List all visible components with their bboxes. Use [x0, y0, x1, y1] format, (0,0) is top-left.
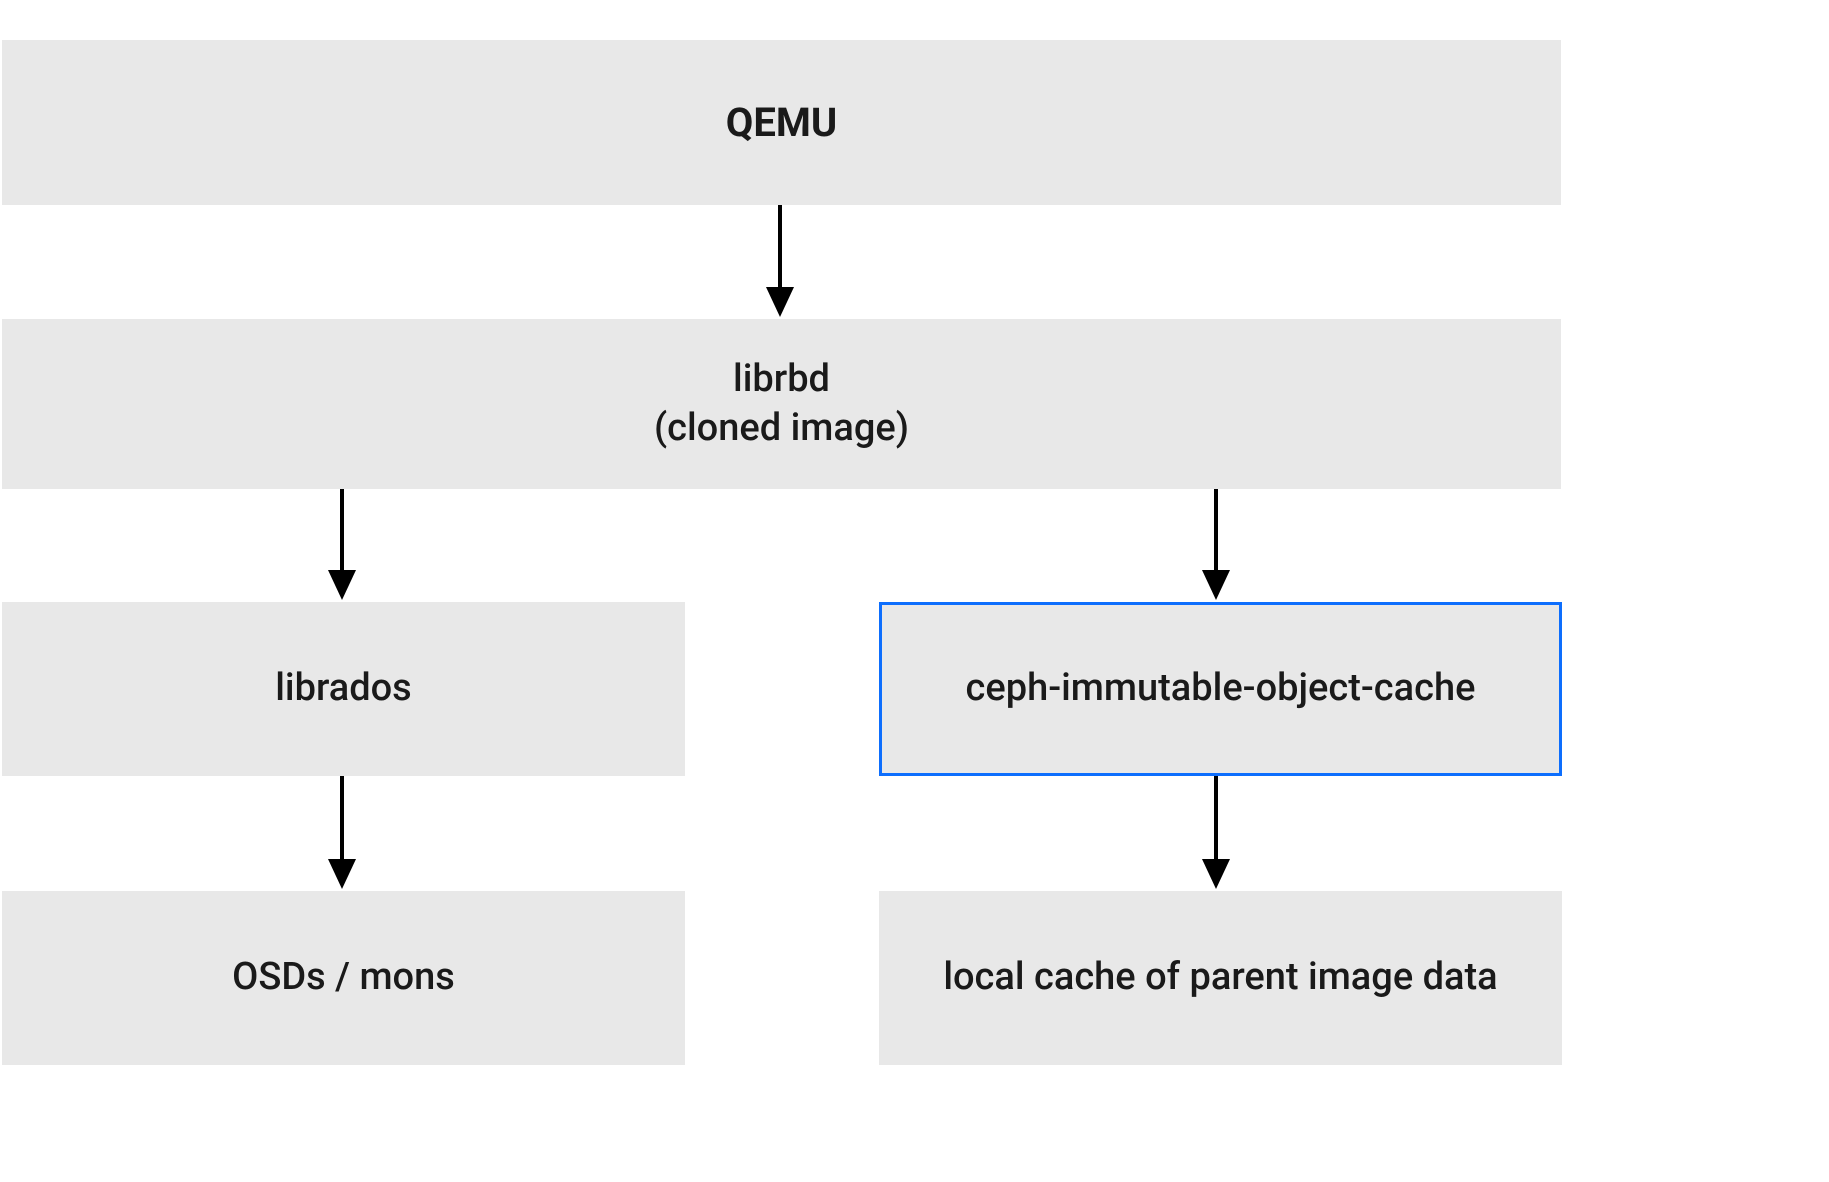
arrow-librbd-to-librados: [322, 489, 362, 602]
box-osds: OSDs / mons: [2, 891, 685, 1065]
box-librbd: librbd (cloned image): [2, 319, 1561, 489]
box-local-cache: local cache of parent image data: [879, 891, 1562, 1065]
arrow-cache-to-localcache: [1196, 776, 1236, 891]
arrow-qemu-to-librbd: [760, 205, 800, 319]
box-librados: librados: [2, 602, 685, 776]
qemu-label: QEMU: [726, 97, 837, 149]
arrow-librbd-to-cache: [1196, 489, 1236, 602]
arrow-librados-to-osds: [322, 776, 362, 891]
librbd-label-1: librbd: [733, 355, 830, 404]
cache-daemon-label: ceph-immutable-object-cache: [966, 664, 1476, 713]
librados-label: librados: [275, 664, 412, 713]
librbd-label-2: (cloned image): [654, 404, 909, 453]
osds-label: OSDs / mons: [232, 953, 455, 1002]
box-cache-daemon: ceph-immutable-object-cache: [879, 602, 1562, 776]
box-qemu: QEMU: [2, 40, 1561, 205]
local-cache-label: local cache of parent image data: [943, 953, 1497, 1002]
